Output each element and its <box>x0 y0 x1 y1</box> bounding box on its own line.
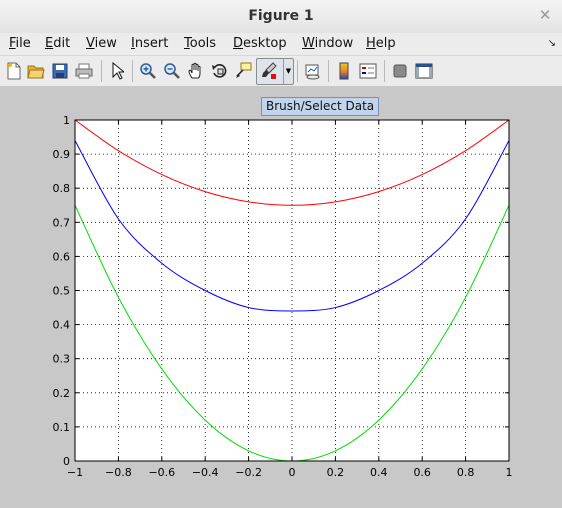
y-tick-label: 0.6 <box>53 250 71 263</box>
y-tick-label: 0.5 <box>53 285 71 298</box>
x-tick-label: −0.6 <box>148 466 175 479</box>
y-tick-label: 0.7 <box>53 216 71 229</box>
x-tick-label: −0.4 <box>192 466 219 479</box>
y-tick-label: 1 <box>63 114 70 127</box>
y-tick-label: 0.9 <box>53 148 71 161</box>
x-tick-label: 0.8 <box>457 466 475 479</box>
x-tick-label: 0.2 <box>327 466 345 479</box>
x-tick-label: 1 <box>506 466 513 479</box>
x-tick-label: −0.2 <box>235 466 262 479</box>
y-tick-label: 0.4 <box>53 319 71 332</box>
y-tick-label: 0.2 <box>53 387 71 400</box>
brush-tooltip: Brush/Select Data <box>261 97 380 116</box>
x-tick-label: 0.4 <box>370 466 388 479</box>
x-tick-label: 0.6 <box>413 466 431 479</box>
x-tick-label: 0 <box>289 466 296 479</box>
y-tick-label: 0 <box>63 455 70 468</box>
y-tick-label: 0.3 <box>53 353 71 366</box>
axes[interactable]: −1 −0.8 −0.6 −0.4 −0.2 0 0.2 0.4 0.6 0.8 100.10.20… <box>0 0 562 508</box>
y-tick-label: 0.8 <box>53 182 71 195</box>
y-tick-label: 0.1 <box>53 421 71 434</box>
x-tick-label: −0.8 <box>105 466 132 479</box>
